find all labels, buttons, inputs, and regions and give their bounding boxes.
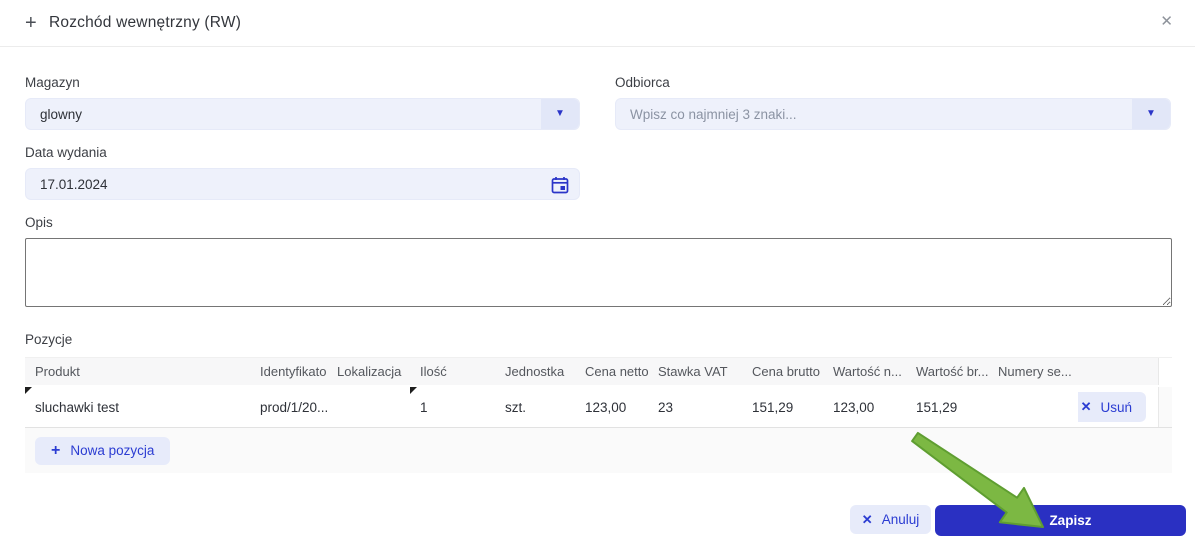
cell-identyfikator: prod/1/20...: [260, 399, 327, 415]
col-header-stawka-vat: Stawka VAT: [658, 364, 728, 379]
table-header-row: Produkt Identyfikator Lokalizacja Ilość …: [25, 357, 1172, 385]
col-header-cena-netto: Cena netto: [585, 364, 648, 379]
pozycje-label: Pozycje: [25, 332, 73, 347]
edited-cell-marker-icon: [410, 387, 417, 394]
x-icon: ✕: [861, 511, 873, 527]
table-header-gutter: [1158, 358, 1172, 385]
table-row-gutter: [1158, 387, 1172, 427]
cell-stawka-vat: 23: [658, 399, 674, 415]
data-wydania-input[interactable]: 17.01.2024: [25, 168, 580, 200]
col-header-jednostka: Jednostka: [505, 364, 565, 379]
plus-icon: +: [51, 441, 61, 459]
cancel-button[interactable]: ✕ Anuluj: [850, 505, 931, 534]
col-header-wartosc-brutto: Wartość br...: [916, 364, 988, 379]
table-footer: + Nowa pozycja: [25, 428, 1172, 473]
cell-numery-seryjne: [988, 387, 1078, 427]
odbiorca-label: Odbiorca: [615, 75, 670, 90]
col-header-numery-seryjne: Numery se...: [998, 364, 1072, 379]
save-button[interactable]: ✓ Zapisz: [935, 505, 1186, 536]
cell-wartosc-netto: 123,00: [833, 399, 875, 415]
col-header-produkt: Produkt: [35, 364, 80, 379]
calendar-icon[interactable]: [551, 176, 569, 194]
odbiorca-select[interactable]: Wpisz co najmniej 3 znaki... ▼: [615, 98, 1171, 130]
cell-jednostka: szt.: [505, 399, 527, 415]
col-header-lokalizacja: Lokalizacja: [337, 364, 402, 379]
col-header-wartosc-netto: Wartość n...: [833, 364, 902, 379]
col-header-identyfikator: Identyfikator: [260, 364, 327, 379]
col-header-cena-brutto: Cena brutto: [752, 364, 820, 379]
table-row: sluchawki test prod/1/20... 1 szt. 123,0…: [25, 385, 1172, 428]
delete-row-button[interactable]: ✕ Usuń: [1078, 392, 1146, 422]
magazyn-select[interactable]: glowny ▼: [25, 98, 580, 130]
data-wydania-label: Data wydania: [25, 145, 107, 160]
cell-cena-netto: 123,00: [585, 399, 627, 415]
chevron-down-icon: ▼: [1146, 108, 1156, 119]
magazyn-dropdown-arrow[interactable]: ▼: [541, 99, 579, 129]
cell-ilosc[interactable]: 1: [410, 387, 495, 427]
pozycje-table: Produkt Identyfikator Lokalizacja Ilość …: [25, 357, 1172, 473]
odbiorca-dropdown-arrow[interactable]: ▼: [1132, 99, 1170, 129]
magazyn-label: Magazyn: [25, 75, 80, 90]
data-wydania-value: 17.01.2024: [40, 176, 108, 192]
cell-wartosc-brutto: 151,29: [916, 399, 958, 415]
cell-actions: ✕ Usuń: [1078, 387, 1158, 427]
modal-title: Rozchód wewnętrzny (RW): [49, 14, 242, 31]
close-icon[interactable]: ✕: [1160, 14, 1173, 29]
opis-textarea[interactable]: [25, 238, 1172, 307]
edited-cell-marker-icon: [25, 387, 32, 394]
cell-cena-brutto: 151,29: [752, 399, 794, 415]
col-header-actions: [1078, 358, 1158, 385]
cell-lokalizacja: [327, 387, 410, 427]
new-item-button[interactable]: + Nowa pozycja: [35, 436, 171, 465]
odbiorca-placeholder: Wpisz co najmniej 3 znaki...: [630, 106, 797, 122]
cell-produkt[interactable]: sluchawki test: [25, 387, 250, 427]
col-header-ilosc: Ilość: [420, 364, 447, 379]
opis-label: Opis: [25, 215, 53, 230]
rw-modal: + Rozchód wewnętrzny (RW) ✕ Magazyn glow…: [0, 0, 1195, 549]
chevron-down-icon: ▼: [555, 108, 565, 119]
modal-header: + Rozchód wewnętrzny (RW) ✕: [0, 0, 1195, 47]
check-icon: ✓: [1029, 512, 1041, 528]
plus-icon: +: [25, 12, 37, 34]
magazyn-value: glowny: [40, 106, 83, 122]
x-icon: ✕: [1080, 399, 1092, 414]
